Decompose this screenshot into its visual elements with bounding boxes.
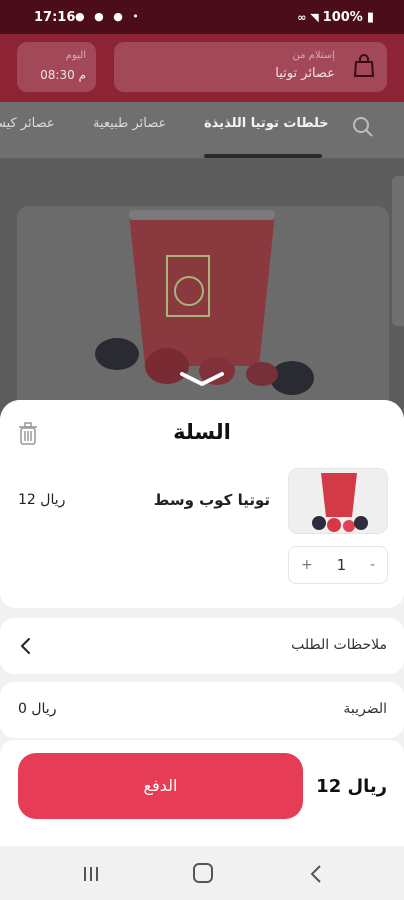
status-bar: 17:16 ● ● ● • ∞ ◥ 100% ▮ <box>0 0 404 34</box>
side-drawer-handle[interactable] <box>392 176 404 326</box>
cart-item-name: توتيا كوب وسط <box>153 491 270 509</box>
search-icon[interactable] <box>352 116 374 138</box>
tab-totia-mixes[interactable]: خلطات توتيا اللذيذة <box>204 116 329 131</box>
tax-label: الضريبة <box>343 701 387 717</box>
juice-thumbnail-image <box>289 469 387 533</box>
pickup-time: 08:30 م <box>40 68 86 82</box>
cart-title: السلة <box>173 420 231 444</box>
shopping-bag-icon <box>353 54 375 77</box>
status-right: ∞ ◥ 100% ▮ <box>297 10 374 25</box>
category-tabs: خلطات توتيا اللذيذة عصائر طبيعية عصائر ك… <box>0 102 404 158</box>
decrease-quantity-button[interactable]: - <box>370 557 375 573</box>
quantity-value: 1 <box>336 556 347 574</box>
branch-name: عصائر توتيا <box>275 66 335 81</box>
cart-sheet: السلة توتيا كوب وسط 12 ريال + 1 - ملاحظا… <box>0 400 404 900</box>
tax-value: 0 ريال <box>18 701 57 717</box>
checkout-bar: الدفع 12 ريال <box>0 740 404 850</box>
notification-icons: ● ● ● • <box>75 10 142 23</box>
wifi-signal-icon: ∞ ◥ <box>297 11 319 24</box>
pickup-branch-selector[interactable]: إستلام من عصائر توتيا <box>114 42 387 92</box>
cart-item-price: 12 ريال <box>18 492 66 508</box>
system-nav-bar <box>0 846 404 900</box>
cart-card: السلة توتيا كوب وسط 12 ريال + 1 - <box>0 400 404 608</box>
chevron-left-icon <box>21 638 30 654</box>
date-caption: اليوم <box>65 50 86 61</box>
quantity-stepper: + 1 - <box>288 546 388 584</box>
trash-icon[interactable] <box>17 422 39 446</box>
branch-caption: إستلام من <box>292 50 335 61</box>
product-background <box>0 158 404 446</box>
app-header: إستلام من عصائر توتيا اليوم 08:30 م <box>0 34 404 102</box>
order-notes-row[interactable]: ملاحظات الطلب <box>0 618 404 674</box>
battery-icon: ▮ <box>366 10 374 25</box>
order-notes-label: ملاحظات الطلب <box>291 637 387 653</box>
home-icon[interactable] <box>193 863 213 883</box>
tax-row: الضريبة 0 ريال <box>0 682 404 738</box>
battery-level: 100% <box>322 10 363 25</box>
cart-item-thumbnail <box>288 468 388 534</box>
order-total: 12 ريال <box>316 776 387 797</box>
tab-bag-juices[interactable]: عصائر كيس <box>0 116 55 131</box>
pay-button[interactable]: الدفع <box>18 753 303 819</box>
back-icon[interactable] <box>310 864 322 884</box>
pickup-time-selector[interactable]: اليوم 08:30 م <box>17 42 96 92</box>
chevron-down-icon[interactable] <box>176 368 228 390</box>
recent-apps-icon[interactable] <box>82 866 100 882</box>
tab-natural-juices[interactable]: عصائر طبيعية <box>93 116 166 131</box>
status-time: 17:16 <box>34 10 76 25</box>
increase-quantity-button[interactable]: + <box>301 557 313 573</box>
